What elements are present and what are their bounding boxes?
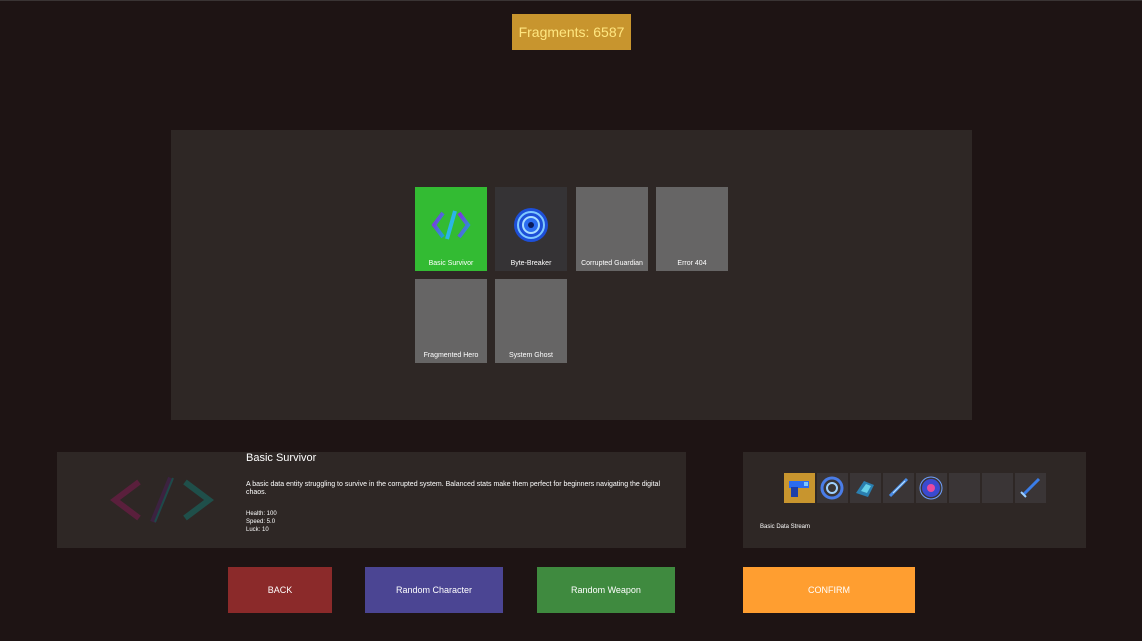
stat-luck: Luck: 10 [246,527,269,533]
character-card-byte-breaker[interactable]: Byte-Breaker [495,187,567,271]
character-card-system-ghost[interactable]: System Ghost [495,279,567,363]
weapon-slot-pistol[interactable] [784,473,815,503]
ring-vortex-icon [820,476,844,500]
character-name: Corrupted Guardian [581,260,643,267]
character-name: System Ghost [509,352,553,359]
random-character-button[interactable]: Random Character [365,567,503,613]
character-card-corrupted-guardian[interactable]: Corrupted Guardian [576,187,648,271]
selected-character-name: Basic Survivor [246,452,317,464]
weapon-slot-empty[interactable] [949,473,980,503]
character-card-basic-survivor[interactable]: Basic Survivor [415,187,487,271]
character-grid-panel: Basic Survivor Byte-Breaker Corrupted Gu… [171,130,972,420]
character-card-fragmented-hero[interactable]: Fragmented Hero [415,279,487,363]
selected-character-stats: Health: 100 Speed: 5.0 Luck: 10 [246,510,277,534]
random-weapon-button[interactable]: Random Weapon [537,567,675,613]
weapon-select-panel: Basic Data Stream [743,452,1086,548]
stat-speed: Speed: 5.0 [246,519,276,525]
character-name: Basic Survivor [428,260,474,267]
top-divider [0,0,1142,1]
weapon-slot-orb[interactable] [916,473,947,503]
character-info-panel: Basic Survivor A basic data entity strug… [57,452,686,548]
blue-vortex-icon [514,208,548,242]
weapon-slot-ring[interactable] [817,473,848,503]
fragments-counter: Fragments: 6587 [512,14,631,50]
code-brackets-icon [431,210,471,240]
weapon-slot-blade[interactable] [883,473,914,503]
selected-weapon-name: Basic Data Stream [760,524,811,530]
character-card-error-404[interactable]: Error 404 [656,187,728,271]
character-name: Error 404 [677,260,707,267]
selected-character-description: A basic data entity struggling to surviv… [246,481,661,496]
character-name: Fragmented Hero [423,352,479,359]
code-brackets-icon [110,476,214,524]
pistol-icon [789,481,809,497]
weapon-slot-empty[interactable] [982,473,1013,503]
blade-icon [888,477,909,498]
confirm-button[interactable]: CONFIRM [743,567,915,613]
weapon-slot-gauntlet[interactable] [850,473,881,503]
orb-icon [919,476,943,500]
character-name: Byte-Breaker [510,260,552,267]
sword-icon [1020,477,1041,498]
gauntlet-icon [856,481,874,497]
back-button[interactable]: BACK [228,567,332,613]
stat-health: Health: 100 [246,511,277,517]
weapon-slot-sword[interactable] [1015,473,1046,503]
character-select-screen: Fragments: 6587 Basic Survivor Byte-Brea… [0,0,1142,641]
